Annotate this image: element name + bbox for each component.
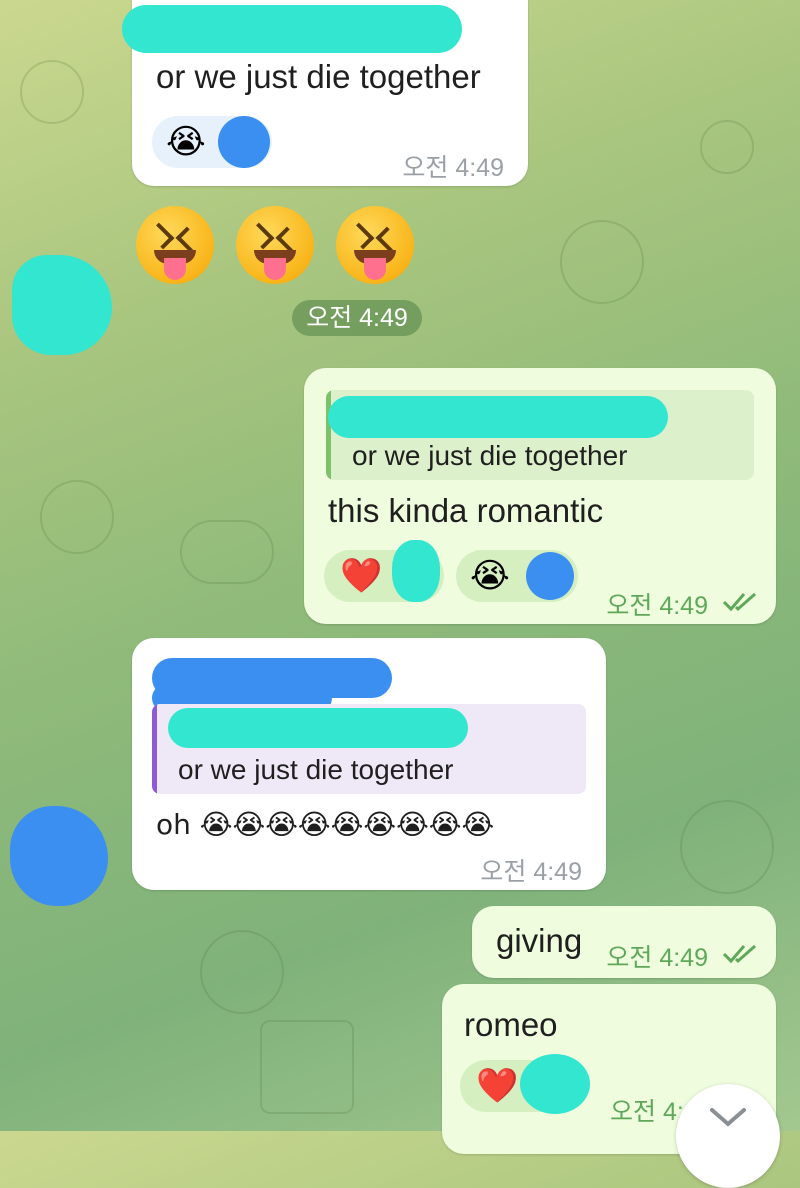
heart-icon: ❤️ xyxy=(340,556,383,596)
reply-bar xyxy=(326,390,331,480)
outgoing-message-2[interactable]: or we just die together this kinda roman… xyxy=(304,368,776,624)
redacted-avatar xyxy=(12,255,112,355)
incoming-message-3[interactable]: or we just die together oh 😭😭😭😭😭😭😭😭😭 오전 … xyxy=(132,638,606,890)
message-text: oh 😭😭😭😭😭😭😭😭😭 xyxy=(156,808,495,841)
outgoing-message-4[interactable]: giving 오전 4:49 xyxy=(472,906,776,978)
redacted-avatar xyxy=(10,806,108,906)
reply-text: or we just die together xyxy=(352,440,628,471)
chevron-down-icon xyxy=(710,1108,746,1127)
reaction-chip-heart[interactable]: ❤️ xyxy=(460,1054,590,1114)
avatar[interactable] xyxy=(12,255,112,355)
message-time: 오전 4:49 xyxy=(606,944,708,972)
message-time: 오전 4:49 xyxy=(402,154,504,182)
crying-emoji-icon: 😭 xyxy=(470,556,510,596)
reaction-chip-crying[interactable]: 😭 xyxy=(456,550,578,602)
scroll-down-button[interactable] xyxy=(676,1084,780,1188)
squinting-tongue-emoji-icon xyxy=(236,206,314,284)
message-text: this kinda romantic xyxy=(328,492,604,529)
message-text: giving xyxy=(496,922,583,959)
crying-emoji-icon: 😭 xyxy=(166,122,206,162)
redacted-reactor-avatar xyxy=(520,1054,590,1114)
redacted-reply-author xyxy=(328,396,668,438)
redacted-reactor-avatar xyxy=(218,116,270,168)
reply-text: or we just die together xyxy=(178,754,454,785)
avatar[interactable] xyxy=(10,806,108,906)
squinting-tongue-emoji-icon xyxy=(336,206,414,284)
redacted-reactor-avatar xyxy=(526,552,574,600)
reaction-chip-heart[interactable]: ❤️ xyxy=(324,540,444,602)
reply-quote[interactable]: or we just die together xyxy=(326,390,754,480)
squinting-tongue-emoji-icon xyxy=(136,206,214,284)
reply-quote[interactable]: or we just die together xyxy=(152,704,586,794)
redacted-sender-name xyxy=(122,5,462,53)
reply-bar xyxy=(152,704,157,794)
message-text: or we just die together xyxy=(156,58,481,95)
double-check-icon xyxy=(722,944,756,964)
reaction-chip[interactable]: 😭 xyxy=(152,116,272,168)
message-text: romeo xyxy=(464,1006,558,1043)
heart-icon: ❤️ xyxy=(476,1066,519,1106)
double-check-icon xyxy=(722,592,756,612)
incoming-message-1[interactable]: or we just die together 😭 오전 4:49 xyxy=(122,0,528,186)
redacted-reply-author xyxy=(168,708,468,748)
sticker-time: 오전 4:49 xyxy=(292,300,422,336)
message-time: 오전 4:49 xyxy=(480,858,582,886)
message-time: 오전 4:49 xyxy=(606,592,708,620)
redacted-reactor-avatar xyxy=(392,540,440,602)
